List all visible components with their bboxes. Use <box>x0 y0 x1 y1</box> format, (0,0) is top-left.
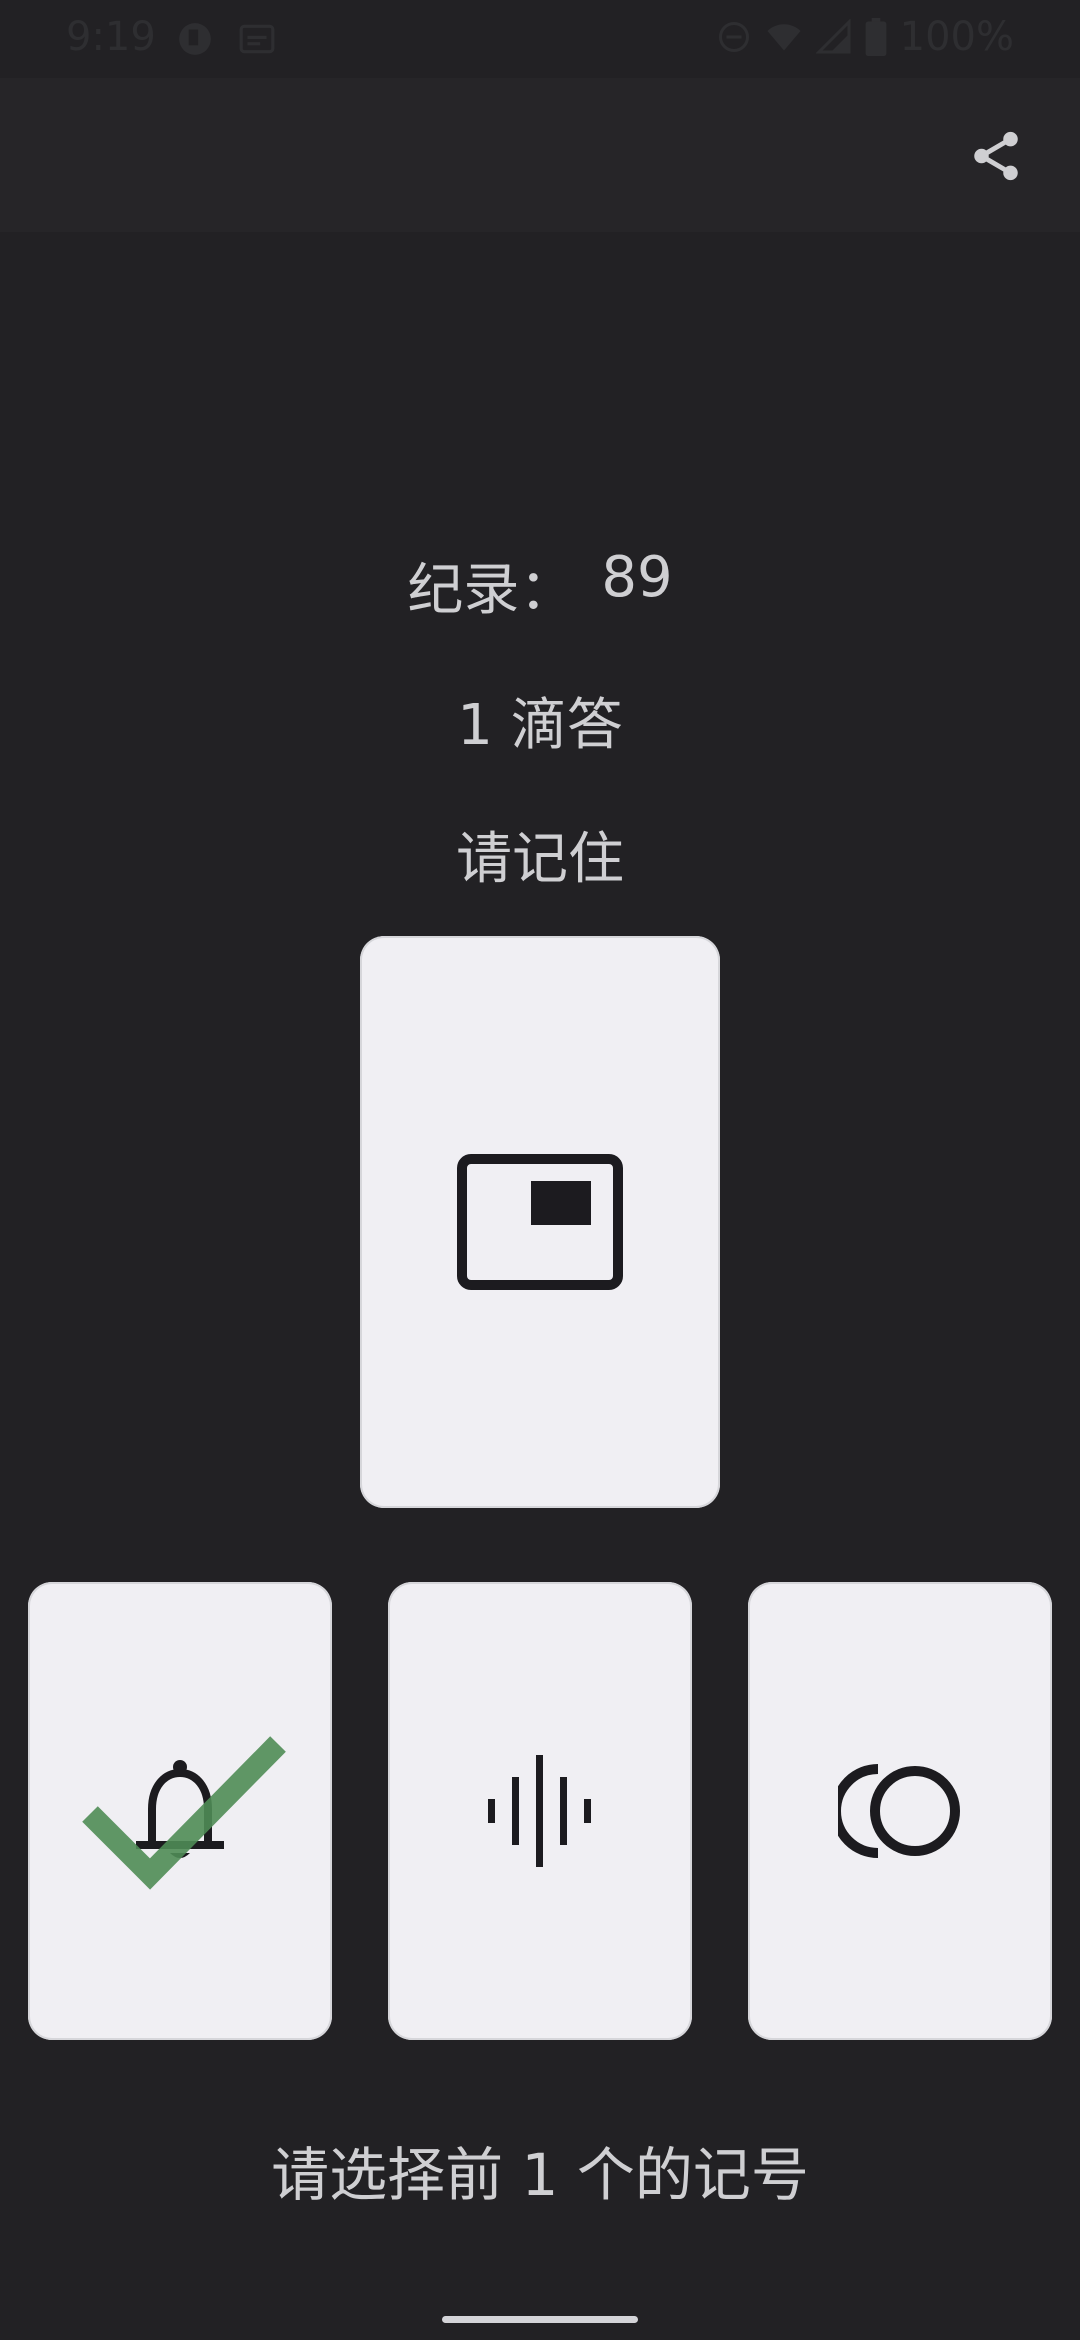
status-right: 100% <box>716 14 1014 60</box>
ticks-text: 1 滴答 <box>457 693 623 758</box>
signal-icon <box>815 19 851 54</box>
home-indicator[interactable] <box>442 2316 638 2323</box>
status-bar: 9:19 100% <box>0 0 1080 78</box>
battery-icon <box>865 18 887 56</box>
battery-percentage: 100% <box>899 14 1014 60</box>
app-bar <box>0 78 1080 232</box>
subtitles-icon <box>239 24 275 54</box>
select-prompt: 请选择前 1 个的记号 <box>271 2141 809 2209</box>
share-button[interactable] <box>952 112 1040 200</box>
status-time: 9:19 <box>66 14 156 60</box>
choice-card-graphic-eq[interactable] <box>388 1582 692 2040</box>
record-label: 纪录： <box>407 558 576 623</box>
record-value: 89 <box>601 545 673 610</box>
tilt-icon <box>179 23 211 55</box>
graphic-eq-icon <box>488 1755 591 1867</box>
bell-icon <box>136 1760 224 1858</box>
picture-in-picture-icon <box>457 1154 623 1290</box>
memorize-text: 请记住 <box>456 827 624 892</box>
share-icon <box>974 131 1018 181</box>
record-display: 纪录： 89 <box>0 545 1080 626</box>
target-card <box>360 936 720 1508</box>
do-not-disturb-icon <box>718 22 749 52</box>
choice-card-contrast-circle[interactable] <box>748 1582 1052 2040</box>
wifi-icon <box>767 24 801 51</box>
choice-card-bell[interactable] <box>28 1582 332 2040</box>
contrast-circle-icon <box>838 1764 960 1858</box>
